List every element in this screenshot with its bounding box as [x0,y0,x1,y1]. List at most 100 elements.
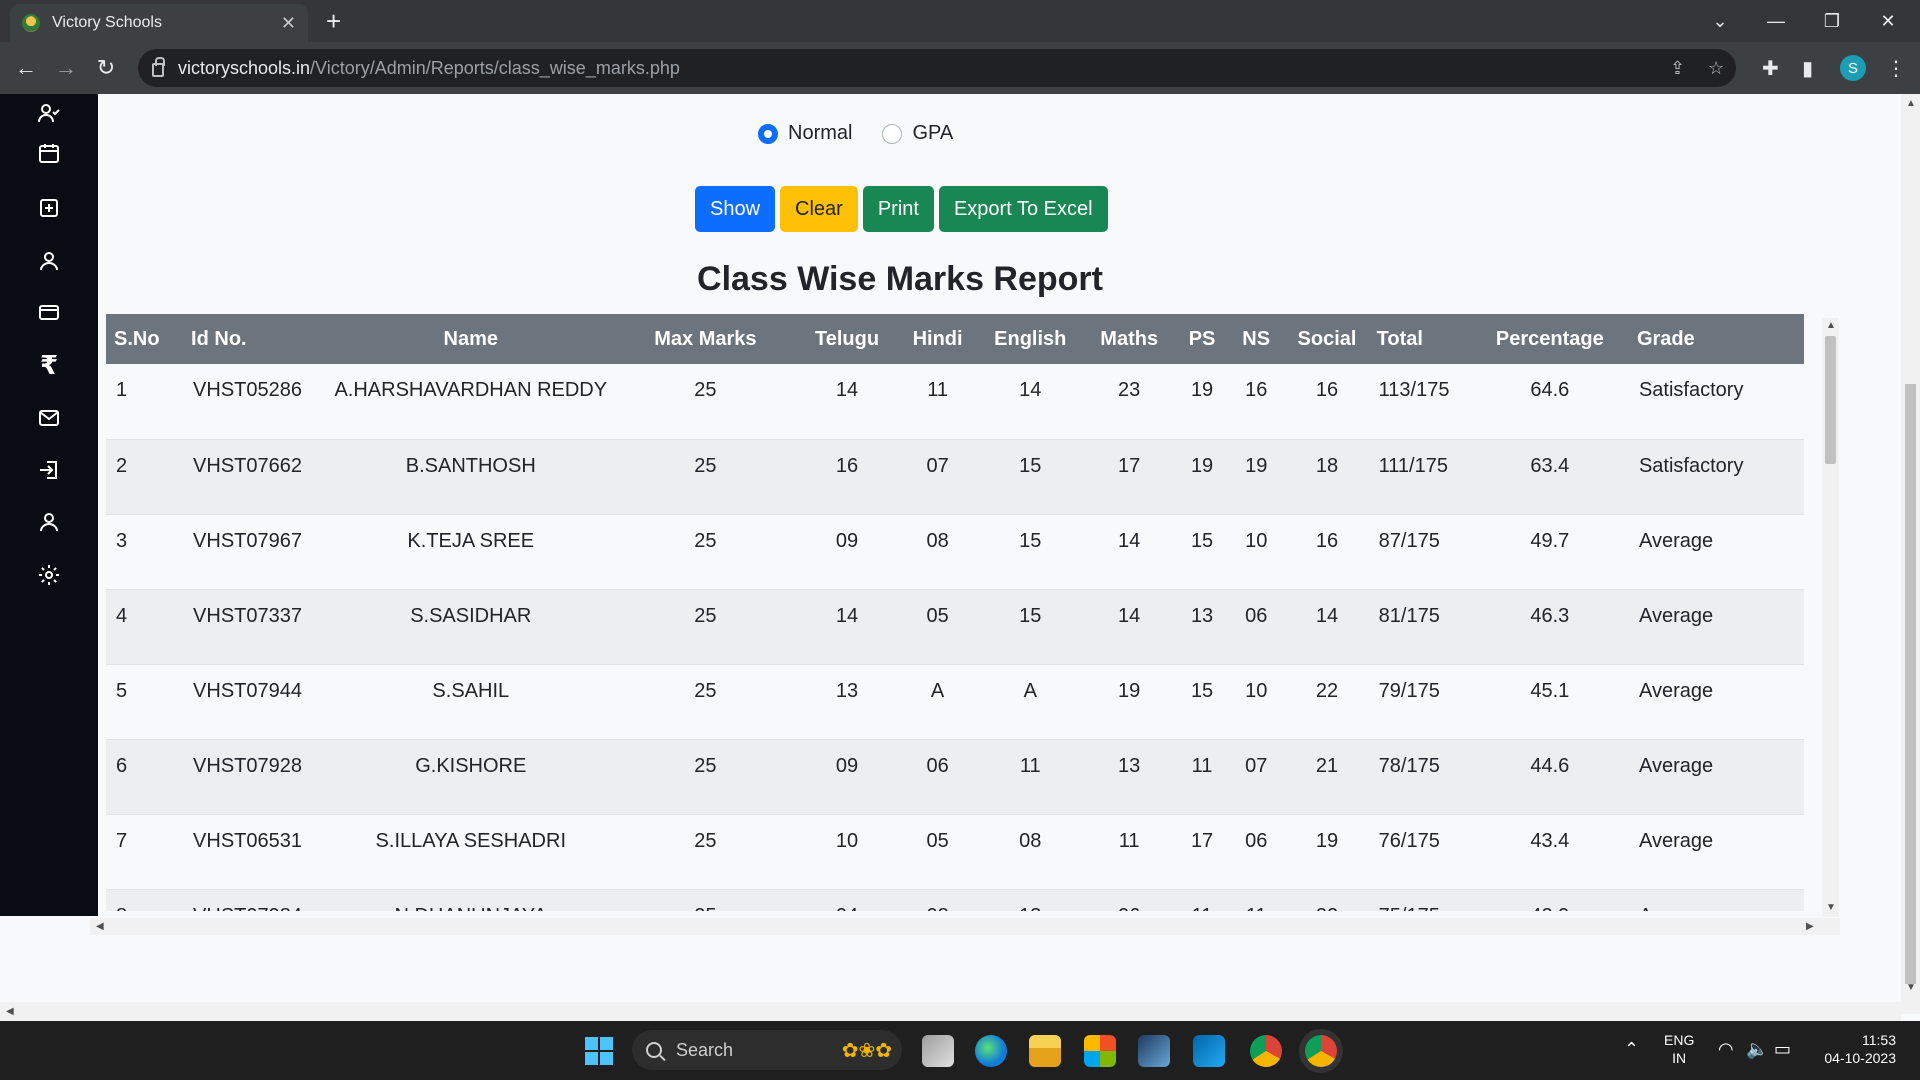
profile-user-icon[interactable] [34,507,64,537]
cell-name: S.ILLAYA SESHADRI [328,814,613,890]
cell-telugu: 13 [798,664,896,740]
task-view-icon[interactable] [922,1035,954,1067]
cell-id: VHST07967 [183,514,329,590]
tab-search-chevron-icon[interactable]: ⌄ [1692,0,1748,42]
share-icon[interactable]: ⇪ [1670,58,1685,79]
cell-ns: 06 [1227,589,1286,665]
header-col-id: Id No. [183,314,329,364]
cell-maths: 14 [1081,514,1178,590]
clock[interactable]: 11:53 04-10-2023 [1816,1031,1896,1067]
settings-gear-icon[interactable] [34,560,64,590]
volume-muted-icon[interactable]: 🔈 [1746,1039,1768,1060]
profile-avatar[interactable]: S [1840,55,1866,81]
extensions-puzzle-icon[interactable]: ✚ [1762,56,1779,81]
cell-social: 21 [1285,739,1369,815]
side-panel-icon[interactable]: ▮ [1802,56,1813,81]
cell-percentage: 63.4 [1470,439,1629,515]
header-col-total: Total [1368,314,1471,364]
table-vertical-scrollbar[interactable]: ▲ ▼ [1822,318,1839,917]
cell-grade: Average [1628,664,1804,740]
page-horizontal-scrollbar[interactable]: ◀ [0,1002,1901,1021]
table-horizontal-scrollbar[interactable]: ◀ ▶ [90,918,1840,935]
normal-radio-label[interactable]: Normal [788,122,852,145]
back-arrow-icon[interactable]: ← [12,54,40,82]
cell-grade: Average [1628,589,1804,665]
new-tab-button[interactable]: + [326,8,341,34]
forward-arrow-icon[interactable]: → [52,54,80,82]
table-row: 6 VHST07928 G.KISHORE 25 09 06 11 13 11 07 21 78/17… [106,739,1804,815]
cell-max-marks: 25 [612,814,799,890]
browser-tab[interactable]: Victory Schools ✕ [10,4,308,42]
cell-total: 111/175 [1368,439,1471,515]
browser-menu-icon[interactable]: ⋮ [1886,56,1906,81]
restore-button[interactable]: ❐ [1804,0,1860,42]
language-code: ENG [1664,1032,1695,1048]
marks-table: S.No Id No. Name Max Marks Telugu Hindi Englis… [106,314,1804,911]
cell-ns: 06 [1227,814,1286,890]
language-indicator[interactable]: ENG IN [1664,1031,1694,1067]
export-excel-button[interactable]: Export To Excel [938,186,1108,232]
cell-total: 87/175 [1368,514,1471,590]
cell-sno: 4 [106,589,184,665]
cell-percentage: 45.1 [1470,664,1629,740]
battery-icon[interactable]: ▭ [1774,1039,1791,1060]
browser-toolbar: ← → ↻ victoryschools.in/Victory/Admin/Re… [0,42,1920,94]
cell-hindi: 07 [895,439,980,515]
close-tab-icon[interactable]: ✕ [281,13,296,34]
close-window-button[interactable]: ✕ [1860,0,1916,42]
clear-button[interactable]: Clear [780,186,858,232]
url-path: /Victory/Admin/Reports/class_wise_marks.… [310,57,680,78]
sidebar: ₹ [0,94,98,916]
file-explorer-icon[interactable] [1029,1035,1061,1067]
cell-english: 08 [979,814,1082,890]
cell-max-marks: 25 [612,439,799,515]
table-scroll-thumb[interactable] [1825,336,1836,464]
cell-telugu: 14 [798,589,896,665]
user-check-icon[interactable] [34,98,64,128]
cell-ns: 11 [1227,889,1286,911]
chrome-active-icon[interactable] [1305,1035,1337,1067]
search-icon [646,1042,662,1058]
normal-radio[interactable] [758,123,778,144]
student-user-icon[interactable] [34,246,64,276]
report-type-radio-group: Normal GPA [758,122,983,145]
show-hidden-icons-chevron-icon[interactable]: ⌃ [1624,1039,1639,1060]
cell-total: 75/175 [1368,889,1471,911]
cell-maths: 11 [1081,814,1178,890]
add-report-icon[interactable] [34,193,64,223]
cell-hindi: 08 [895,514,980,590]
taskbar-search-label: Search [676,1039,734,1060]
cell-ps: 17 [1177,814,1228,890]
gpa-radio-label[interactable]: GPA [912,122,953,145]
reload-icon[interactable]: ↻ [92,54,120,82]
header-col-percentage: Percentage [1470,314,1629,364]
microsoft-store-icon[interactable] [1084,1035,1116,1067]
credit-card-icon[interactable] [34,297,64,327]
windows-start-icon[interactable] [585,1037,613,1065]
gpa-radio[interactable] [882,123,903,144]
mail-icon[interactable] [34,403,64,433]
calendar-icon[interactable] [34,138,64,168]
show-button[interactable]: Show [695,186,776,232]
login-icon[interactable] [34,455,64,485]
address-bar[interactable]: victoryschools.in/Victory/Admin/Reports/… [138,49,1736,87]
page-vertical-scrollbar[interactable]: ▲ ▼ [1901,94,1920,1014]
minimize-button[interactable]: — [1748,0,1804,42]
wifi-icon[interactable]: ◠ [1718,1039,1734,1060]
cell-hindi: 05 [895,814,980,890]
print-button[interactable]: Print [862,186,934,232]
cell-social: 22 [1285,664,1369,740]
cell-social: 19 [1285,814,1369,890]
header-col-english: English [979,314,1082,364]
vscode-icon[interactable] [1193,1035,1225,1067]
cell-grade: Average [1628,739,1804,815]
rupee-icon[interactable]: ₹ [34,350,64,380]
cell-id: VHST07928 [183,739,329,815]
bookmark-star-icon[interactable]: ☆ [1708,58,1724,79]
taskbar-search-box[interactable]: Search ✿❀✿ [632,1030,902,1070]
edge-browser-icon[interactable] [975,1035,1007,1067]
chrome-icon[interactable] [1250,1035,1282,1067]
photos-app-icon[interactable] [1138,1035,1170,1067]
page-scroll-thumb[interactable] [1905,384,1916,984]
table-body: 1 VHST05286 A.HARSHAVARDHAN REDDY 25 14 11 14 2… [106,364,1804,911]
